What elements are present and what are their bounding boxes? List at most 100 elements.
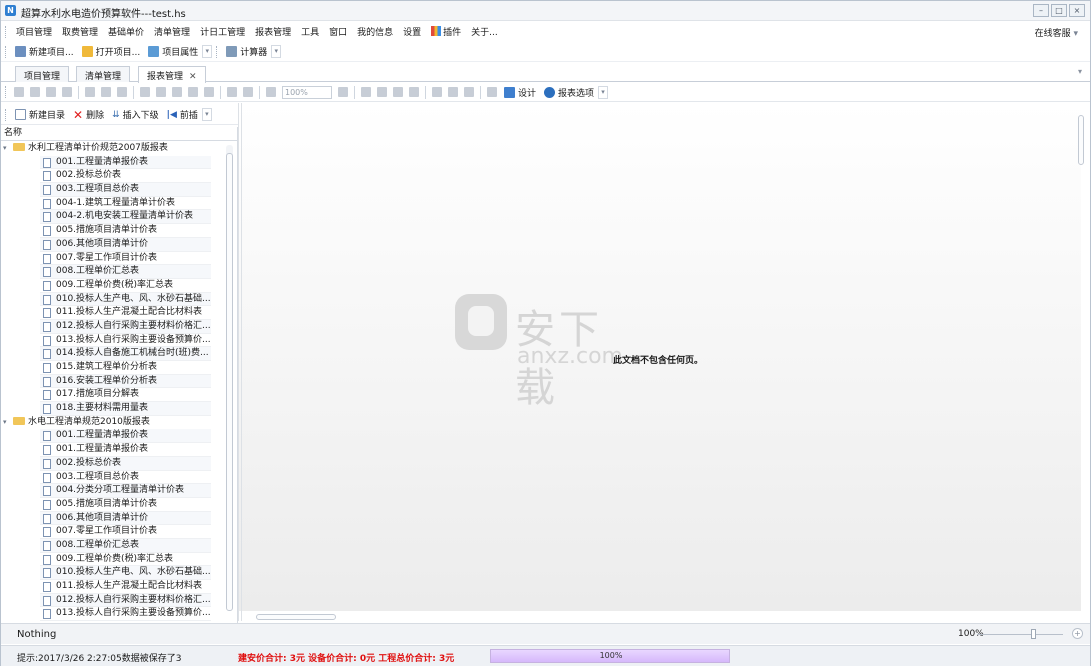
tree-item[interactable]: 007.零星工作项目计价表 — [40, 252, 211, 266]
open-project-button[interactable]: 打开项目... — [78, 45, 145, 58]
tree-item[interactable]: 006.其他项目清单计价 — [40, 237, 211, 252]
tree-item[interactable]: 004-2.机电安装工程量清单计价表 — [40, 210, 211, 225]
page-setup-icon[interactable] — [140, 87, 150, 97]
calculator-button[interactable]: 计算器 — [222, 45, 271, 58]
tree-group[interactable]: ▾ 水电工程清单规范2010版报表 — [1, 416, 225, 430]
report-options-button[interactable]: 报表选项 — [540, 86, 598, 99]
menu-settings[interactable]: 设置 — [398, 25, 426, 38]
scroll-thumb[interactable] — [226, 153, 233, 611]
tree-item[interactable]: 002.投标总价表 — [40, 456, 211, 471]
tree-item[interactable]: 017.措施项目分解表 — [40, 388, 211, 403]
tree-item[interactable]: 012.投标人自行采购主要材料价格汇... — [40, 593, 211, 608]
toolbar-dropdown[interactable]: ▾ — [598, 85, 609, 99]
zoom-slider-thumb[interactable] — [1031, 629, 1036, 639]
scale-icon[interactable] — [204, 87, 214, 97]
tree-item[interactable]: 010.投标人生产电、风、水砂石基础... — [40, 566, 211, 580]
tree-item[interactable]: 009.工程单价费(税)率汇总表 — [40, 553, 211, 567]
tree-item[interactable]: 008.工程单价汇总表 — [40, 265, 211, 279]
pane-splitter[interactable] — [238, 103, 242, 621]
project-props-button[interactable]: 项目属性 — [144, 45, 202, 58]
tab-report[interactable]: 报表管理 ✕ — [138, 66, 206, 83]
minimize-button[interactable]: – — [1033, 4, 1049, 17]
tree-item[interactable]: 004-1.建筑工程量清单计价表 — [40, 197, 211, 211]
tree-item[interactable]: 003.工程项目总价表 — [40, 183, 211, 197]
toolbar-dropdown[interactable]: ▾ — [271, 45, 282, 58]
tree-item[interactable]: 018.主要材料需用量表 — [40, 402, 211, 416]
menu-report[interactable]: 报表管理 — [250, 25, 296, 38]
menu-base-price[interactable]: 基础单价 — [103, 25, 149, 38]
menu-window[interactable]: 窗口 — [324, 25, 352, 38]
tree-item[interactable]: 015.建筑工程单价分析表 — [40, 361, 211, 375]
expand-caret-icon[interactable]: ▾ — [3, 416, 13, 430]
menu-plugin[interactable]: 插件 — [426, 25, 466, 38]
next-page-icon[interactable] — [393, 87, 403, 97]
last-page-icon[interactable] — [409, 87, 419, 97]
tree-item[interactable]: 006.其他项目清单计价 — [40, 511, 211, 526]
tree-item[interactable]: 005.措施项目清单计价表 — [40, 498, 211, 512]
export-icon[interactable] — [172, 87, 182, 97]
save-icon[interactable] — [117, 87, 127, 97]
tree-item[interactable]: 005.措施项目清单计价表 — [40, 224, 211, 238]
prev-page-icon[interactable] — [377, 87, 387, 97]
maximize-button[interactable]: □ — [1051, 4, 1067, 17]
zoom-in-icon[interactable]: + — [1072, 628, 1083, 639]
tree-item[interactable]: 008.工程单价汇总表 — [40, 538, 211, 553]
close-button[interactable]: × — [1069, 4, 1085, 17]
tree-item[interactable]: 007.零星工作项目计价表 — [40, 525, 211, 539]
tree-item[interactable]: 001.工程量清单报价表 — [40, 155, 211, 170]
parameters-icon[interactable] — [30, 87, 40, 97]
tree-item[interactable]: 001.工程量清单报价表 — [40, 443, 211, 457]
tree-item[interactable]: 004.分类分项工程量清单计价表 — [40, 484, 211, 498]
tree-item[interactable]: 012.投标人自行采购主要材料价格汇... — [40, 319, 211, 334]
toolbar-grip[interactable] — [5, 108, 7, 121]
tree-item[interactable]: 013.投标人自行采购主要设备预算价... — [40, 334, 211, 348]
scroll-thumb[interactable] — [256, 614, 336, 620]
menu-tools[interactable]: 工具 — [296, 25, 324, 38]
tree-item[interactable]: 003.工程项目总价表 — [40, 471, 211, 485]
new-project-button[interactable]: 新建项目... — [11, 45, 78, 58]
toolbar-grip[interactable] — [216, 45, 218, 58]
export-doc-icon[interactable] — [487, 87, 497, 97]
menu-bill[interactable]: 清单管理 — [149, 25, 195, 38]
preview-vertical-scrollbar[interactable] — [1077, 105, 1086, 610]
preview-horizontal-scrollbar[interactable] — [241, 613, 1071, 621]
tree-vertical-scrollbar[interactable] — [226, 145, 233, 611]
document-map-icon[interactable] — [14, 87, 24, 97]
toolbar-dropdown[interactable]: ▾ — [202, 45, 213, 58]
zoom-combo[interactable]: 100% — [282, 85, 332, 99]
print-icon[interactable] — [85, 87, 95, 97]
scroll-thumb[interactable] — [1078, 115, 1084, 165]
menu-about[interactable]: 关于... — [466, 25, 503, 38]
menu-dayworks[interactable]: 计日工管理 — [195, 25, 250, 38]
thumbnails-icon[interactable] — [46, 87, 56, 97]
first-page-icon[interactable] — [361, 87, 371, 97]
tree-item[interactable]: 011.投标人生产混凝土配合比材料表 — [40, 580, 211, 594]
zoom-in-icon[interactable] — [338, 87, 348, 97]
insert-sub-button[interactable]: ⇊ 插入下级 — [108, 108, 163, 122]
tab-close-icon[interactable]: ✕ — [189, 72, 197, 82]
tree-item[interactable]: 009.工程单价费(税)率汇总表 — [40, 279, 211, 293]
menu-fee[interactable]: 取费管理 — [57, 25, 103, 38]
toolbar-grip[interactable] — [5, 45, 7, 58]
tree-group[interactable]: ▾ 水利工程清单计价规范2007版报表 — [1, 142, 225, 156]
quick-print-icon[interactable] — [156, 87, 166, 97]
watermark-icon[interactable] — [464, 87, 474, 97]
tree-item[interactable]: 010.投标人生产电、风、水砂石基础... — [40, 292, 211, 307]
tree-item[interactable]: 002.投标总价表 — [40, 169, 211, 184]
tab-bill[interactable]: 清单管理 — [76, 66, 131, 82]
menu-my-info[interactable]: 我的信息 — [352, 25, 398, 38]
tree-item[interactable]: 016.安装工程单价分析表 — [40, 374, 211, 389]
menu-project[interactable]: 项目管理 — [11, 25, 57, 38]
tab-project[interactable]: 项目管理 — [15, 66, 70, 82]
design-button[interactable]: 设计 — [500, 86, 540, 99]
tree-item[interactable]: 013.投标人自行采购主要设备预算价... — [40, 607, 211, 621]
tree-item[interactable]: 014.投标人自备施工机械台时(班)费... — [40, 347, 211, 361]
tree-item[interactable]: 011.投标人生产混凝土配合比材料表 — [40, 306, 211, 320]
prev-insert-button[interactable]: |◀ 前插 — [163, 108, 202, 122]
zoom-slider[interactable] — [977, 634, 1063, 635]
magnifier-icon[interactable] — [243, 87, 253, 97]
tabs-dropdown-icon[interactable]: ▾ — [1078, 67, 1082, 76]
toolbar-grip[interactable] — [5, 25, 7, 38]
hand-tool-icon[interactable] — [227, 87, 237, 97]
multi-page-icon[interactable] — [432, 87, 442, 97]
